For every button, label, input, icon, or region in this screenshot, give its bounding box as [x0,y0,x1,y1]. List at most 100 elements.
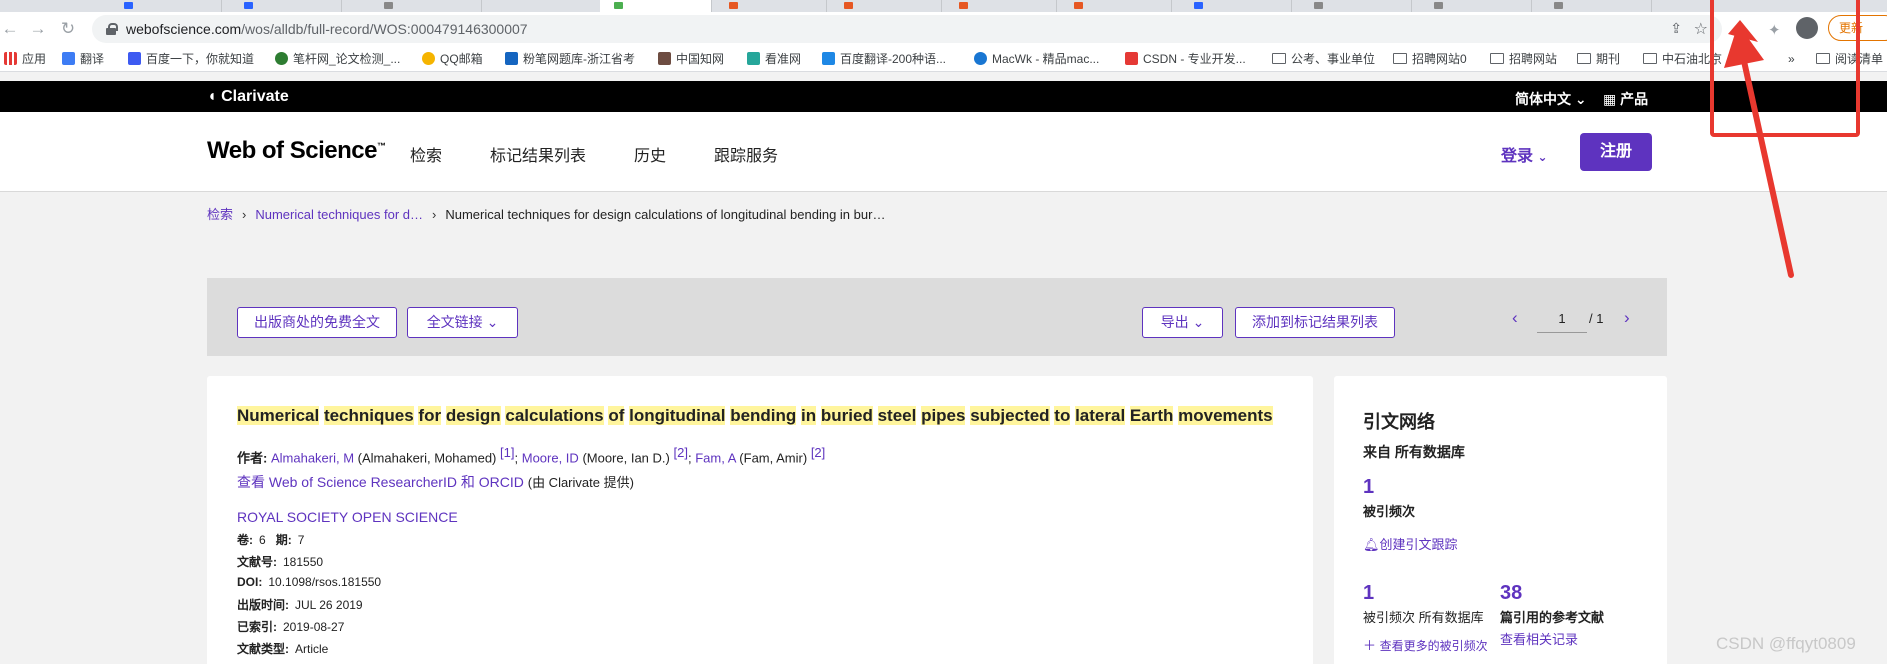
chevron-down-icon: ⌄ [486,314,499,330]
browser-tab[interactable] [1420,0,1532,12]
browser-tab[interactable] [1060,0,1172,12]
share-icon[interactable]: ⇪ [1670,20,1682,37]
citation-source: 来自 所有数据库 [1363,444,1465,460]
bookmark-item[interactable]: 粉笔网题库-浙江省考 [505,51,635,67]
bookmark-folder[interactable]: 公考、事业单位 [1272,51,1375,67]
browser-tab[interactable] [110,0,222,12]
chevron-down-icon: ⌄ [1574,91,1587,107]
bookmark-item[interactable]: 中国知网 [658,51,724,67]
browser-tab[interactable] [1300,0,1412,12]
browser-toolbar: ← → ↻ webofscience.com/wos/alldb/full-re… [0,12,1887,46]
browser-tab[interactable] [715,0,827,12]
nav-alerts[interactable]: 跟踪服务 [714,142,778,166]
bookmark-item[interactable]: MacWk - 精品mac... [974,51,1099,67]
breadcrumb-results[interactable]: Numerical techniques for d… [255,207,423,222]
fenbi-icon [505,52,518,65]
chevron-down-icon: ⌄ [1192,314,1205,330]
next-page-icon[interactable]: › [1624,308,1630,328]
clarivate-bar: ◖ Clarivate 简体中文 ⌄ ▦ 产品 [0,81,1887,112]
reload-icon[interactable]: ↻ [58,19,78,39]
qqmail-icon [422,52,435,65]
folder-icon [1393,53,1407,64]
author-link[interactable]: Fam, A [695,450,735,465]
forward-icon[interactable]: → [28,19,48,39]
lock-icon[interactable] [106,23,118,35]
bookmark-folder[interactable]: 期刊 [1577,51,1620,67]
folder-icon [1577,53,1591,64]
researcher-id-link[interactable]: 查看 Web of Science ResearcherID 和 ORCID (… [237,472,634,492]
record-card: Numerical techniques for design calculat… [207,376,1313,664]
record-title: Numerical techniques for design calculat… [237,406,1273,425]
bell-icon: 🔔︎ [1363,537,1380,552]
view-more-citations-link[interactable]: ＋ 查看更多的被引频次 [1363,635,1488,654]
url-text[interactable]: webofscience.com/wos/alldb/full-record/W… [126,21,528,37]
author-link[interactable]: Moore, ID [522,450,579,465]
fulltext-links-button[interactable]: 全文链接 ⌄ [407,307,518,338]
bookmark-item[interactable]: 翻译 [62,51,104,67]
browser-tab[interactable] [1540,0,1652,12]
browser-tab[interactable] [370,0,482,12]
apps-grid-icon [4,52,17,65]
prev-page-icon[interactable]: ‹ [1512,308,1518,328]
bookmark-item[interactable]: QQ邮箱 [422,51,483,67]
times-cited-count[interactable]: 1 [1363,476,1374,499]
login-menu[interactable]: 登录 ⌄ [1501,142,1548,166]
all-db-cited-count[interactable]: 1 [1363,582,1374,605]
publication-date: 出版时间: JUL 26 2019 [237,598,363,612]
watermark: CSDN @ffqyt0809 [1716,634,1856,653]
related-records-link[interactable]: 查看相关记录 [1500,629,1578,648]
times-cited-label: 被引频次 [1363,504,1416,519]
citation-network-card: 引文网络 来自 所有数据库 1 被引频次 🔔︎创建引文跟踪 1 被引频次 所有数… [1334,376,1667,664]
site-header: Web of Science™ 检索 标记结果列表 历史 跟踪服务 登录 ⌄ 注… [0,112,1887,192]
browser-tab-active[interactable] [600,0,712,12]
free-fulltext-button[interactable]: 出版商处的免费全文 [237,307,397,338]
bookmark-item[interactable]: 笔杆网_论文检测_... [275,51,400,67]
bookmark-star-icon[interactable]: ☆ [1694,19,1708,39]
web-of-science-logo[interactable]: Web of Science™ [207,137,386,165]
clarivate-logo[interactable]: ◖ Clarivate [207,88,289,106]
authors-line: 作者: Almahakeri, M (Almahakeri, Mohamed) … [237,445,826,466]
affiliation-ref[interactable]: [2] [811,445,825,460]
bookmark-item[interactable]: 应用 [4,51,46,67]
bookmark-folder[interactable]: 招聘网站0 [1393,51,1467,67]
add-to-marked-list-button[interactable]: 添加到标记结果列表 [1235,307,1395,338]
kanzhun-icon [747,52,760,65]
bookmark-item[interactable]: 百度一下，你就知道 [128,51,254,67]
baidu-translate-icon [822,52,835,65]
bookmark-item[interactable]: 百度翻译-200种语... [822,51,946,67]
document-type: 文献类型: Article [237,642,329,656]
address-bar[interactable]: webofscience.com/wos/alldb/full-record/W… [92,15,1722,43]
breadcrumb-search[interactable]: 检索 [207,207,233,222]
affiliation-ref[interactable]: [2] [673,445,687,460]
plus-icon: ＋ [1363,638,1377,653]
bookmark-folder[interactable]: 招聘网站 [1490,51,1557,67]
citation-network-title: 引文网络 [1363,412,1435,432]
affiliation-ref[interactable]: [1] [500,445,514,460]
language-selector[interactable]: 简体中文 ⌄ [1515,89,1587,109]
grid-icon: ▦ [1603,91,1617,107]
browser-tab[interactable] [1180,0,1292,12]
create-citation-alert[interactable]: 🔔︎创建引文跟踪 [1363,534,1458,553]
csdn-icon [1125,52,1138,65]
products-menu[interactable]: ▦ 产品 [1603,89,1648,109]
browser-tab[interactable] [945,0,1057,12]
translate-icon [62,52,75,65]
doi: DOI: 10.1098/rsos.181550 [237,575,382,589]
page-number-input[interactable]: 1 [1537,305,1587,333]
back-icon[interactable]: ← [0,19,20,39]
export-button[interactable]: 导出 ⌄ [1142,307,1223,338]
bookmark-item[interactable]: 看准网 [747,51,801,67]
nav-marked-list[interactable]: 标记结果列表 [490,142,586,166]
nav-search[interactable]: 检索 [410,142,442,166]
browser-tab[interactable] [230,0,342,12]
register-button[interactable]: 注册 [1580,133,1652,171]
journal-link[interactable]: ROYAL SOCIETY OPEN SCIENCE [237,509,458,525]
nav-history[interactable]: 历史 [634,142,666,166]
page-total: / 1 [1589,311,1604,326]
cited-references-count[interactable]: 38 [1500,582,1522,605]
annotation-arrow-icon [1724,20,1794,278]
folder-icon [1490,53,1504,64]
bookmark-item[interactable]: CSDN - 专业开发... [1125,51,1246,67]
author-link[interactable]: Almahakeri, M [271,450,354,465]
browser-tab[interactable] [830,0,942,12]
